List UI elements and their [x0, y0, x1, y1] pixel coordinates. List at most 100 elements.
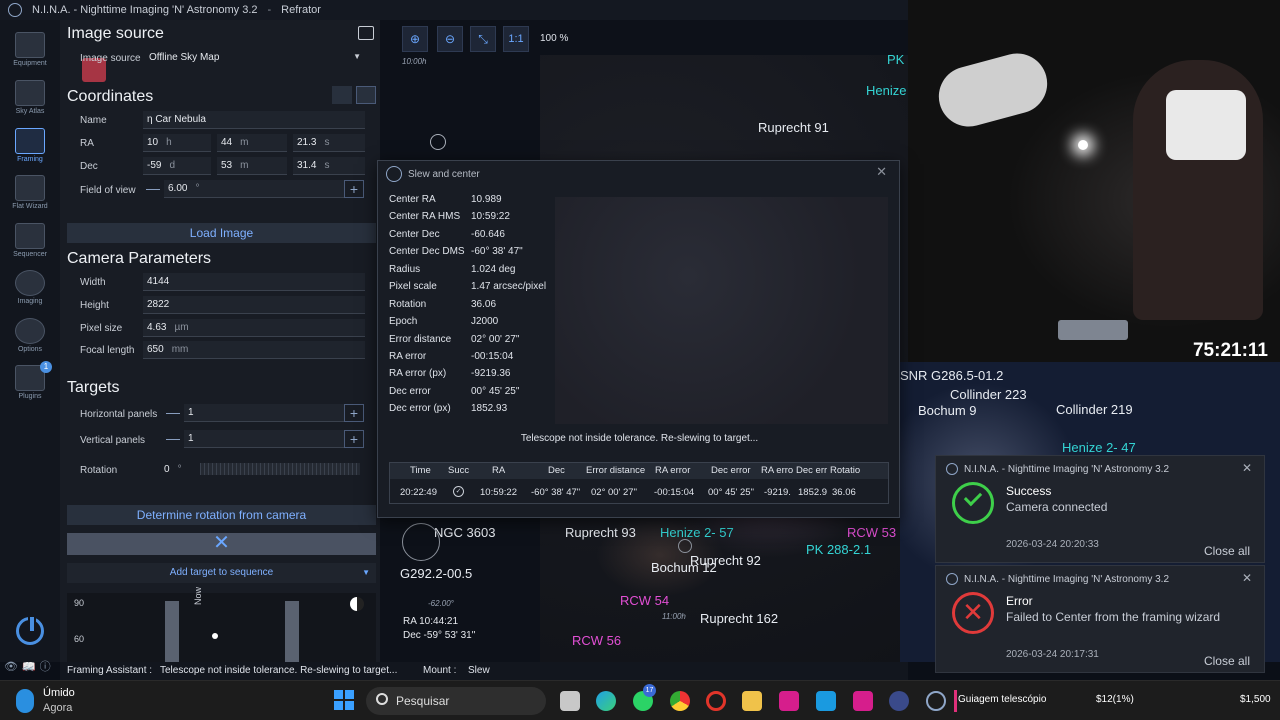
active-window-title[interactable]: Guiagem telescópio: [958, 694, 1046, 705]
edge-icon[interactable]: [596, 691, 616, 711]
zoom-in-icon[interactable]: ⊕: [402, 26, 428, 52]
framing-status-label: Framing Assistant :: [67, 665, 153, 676]
location-pin-icon[interactable]: [356, 86, 376, 104]
sky-label: Henize: [866, 83, 907, 98]
horizontal-panels-increase-button[interactable]: +: [344, 404, 364, 422]
file-explorer-icon[interactable]: [742, 691, 762, 711]
width-input[interactable]: 4144: [143, 273, 365, 291]
power-icon[interactable]: [16, 615, 44, 645]
dec-degrees-input[interactable]: -59 d: [143, 157, 211, 175]
result-label: Radius: [389, 264, 421, 275]
rotation-slider[interactable]: [200, 463, 360, 475]
table-cell: 02° 00' 27": [591, 487, 637, 498]
result-value: -00:15:04: [471, 351, 514, 362]
ra-minutes-input[interactable]: 44 m: [217, 134, 287, 152]
vertical-panels-decrease-button[interactable]: —: [163, 430, 183, 448]
ra-hours-unit: h: [166, 137, 172, 148]
book-icon[interactable]: [358, 26, 374, 40]
rotation-input[interactable]: 0 °: [160, 461, 194, 479]
zoom-out-icon[interactable]: ⊖: [437, 26, 463, 52]
vertical-panels-increase-button[interactable]: +: [344, 430, 364, 448]
result-label: Dec error: [389, 386, 431, 397]
vertical-panels-input[interactable]: 1: [184, 430, 344, 448]
shirt-image: [1166, 90, 1246, 160]
sidebar-item-label: Sky Atlas: [15, 108, 45, 115]
close-icon[interactable]: ✕: [876, 164, 887, 180]
result-value: 1852.93: [471, 403, 508, 414]
result-value: -60.646: [471, 229, 505, 240]
fov-label: Field of view: [80, 185, 136, 196]
stellarium-icon[interactable]: [889, 691, 909, 711]
focal-length-input[interactable]: 650 mm: [143, 341, 365, 359]
nina-logo-icon: [946, 463, 958, 475]
framing-settings-panel: Image source Image source Offline Sky Ma…: [60, 20, 380, 662]
close-icon[interactable]: ✕: [1242, 461, 1252, 475]
determine-rotation-button[interactable]: Determine rotation from camera: [67, 505, 376, 525]
windows-start-icon[interactable]: [334, 690, 354, 710]
sidebar-item-options[interactable]: Options: [0, 318, 60, 353]
app-icon[interactable]: [779, 691, 799, 711]
focal-length-label: Focal length: [80, 345, 135, 356]
whatsapp-icon[interactable]: 17: [633, 684, 656, 711]
fov-unit: °: [195, 183, 200, 194]
table-header: Time Succ RA Dec Error distance RA error…: [390, 463, 888, 479]
horizontal-panels-input[interactable]: 1: [184, 404, 344, 422]
pixel-size-label: Pixel size: [80, 323, 123, 334]
horizontal-panels-label: Horizontal panels: [80, 409, 158, 420]
sidebar-item-plugins[interactable]: Plugins 1: [0, 361, 60, 400]
close-icon[interactable]: ✕: [1242, 571, 1252, 585]
error-toast[interactable]: N.I.N.A. - Nighttime Imaging 'N' Astrono…: [935, 565, 1265, 673]
dec-minutes-input[interactable]: 53 m: [217, 157, 287, 175]
weather-title[interactable]: Úmido: [43, 687, 75, 699]
nina-taskbar-icon[interactable]: [926, 691, 946, 711]
sky-label: RCW 56: [572, 633, 622, 648]
app-icon[interactable]: [816, 691, 836, 711]
sidebar-item-imaging[interactable]: Imaging: [0, 270, 60, 305]
sky-label: Collinder 219: [1056, 402, 1133, 417]
app-icon[interactable]: [853, 691, 873, 711]
table-row[interactable]: 20:22:49 ✓ 10:59:22 -60° 38' 47" 02° 00'…: [390, 481, 888, 503]
collapse-sidebar-button[interactable]: <<: [22, 664, 34, 675]
image-source-select[interactable]: Offline Sky Map ▼: [145, 49, 365, 67]
column-header: Time: [410, 465, 431, 476]
height-input[interactable]: 2822: [143, 296, 365, 314]
sidebar-item-sky-atlas[interactable]: Sky Atlas: [0, 80, 60, 115]
sidebar-item-framing[interactable]: Framing: [0, 128, 60, 163]
opera-icon[interactable]: [706, 691, 726, 711]
add-target-to-sequence-button[interactable]: Add target to sequence ▼: [67, 563, 376, 583]
result-value: 02° 00' 27": [471, 334, 520, 345]
fit-to-screen-icon[interactable]: ⤡: [470, 26, 496, 52]
chrome-icon[interactable]: [670, 691, 690, 711]
close-all-button[interactable]: Close all: [1204, 544, 1250, 558]
column-header: RA error: [655, 465, 691, 476]
altitude-chart: 90 60 Now: [67, 587, 376, 662]
fov-increase-button[interactable]: +: [344, 180, 364, 198]
horizontal-panels-decrease-button[interactable]: —: [163, 404, 183, 422]
pixel-size-input[interactable]: 4.63 µm: [143, 319, 365, 337]
taskbar-search-box[interactable]: Pesquisar: [366, 687, 546, 715]
sidebar-item-equipment[interactable]: Equipment: [0, 32, 60, 67]
coordinate-search-icon[interactable]: [332, 86, 352, 104]
nina-logo-icon: [8, 3, 22, 17]
close-all-button[interactable]: Close all: [1204, 654, 1250, 668]
ra-seconds-input[interactable]: 21.3 s: [293, 134, 365, 152]
result-label: RA error (px): [389, 368, 447, 379]
dec-seconds-input[interactable]: 31.4 s: [293, 157, 365, 175]
name-input[interactable]: η Car Nebula: [143, 111, 365, 129]
sky-atlas-icon: [15, 80, 45, 106]
one-to-one-button[interactable]: 1:1: [503, 26, 529, 52]
clear-target-button[interactable]: ✕: [67, 533, 376, 555]
result-value: 36.06: [471, 299, 497, 310]
ra-hours-input[interactable]: 10 h: [143, 134, 211, 152]
ra-seconds-value: 21.3: [297, 137, 317, 148]
weather-icon[interactable]: [16, 689, 34, 713]
sidebar-item-sequencer[interactable]: Sequencer: [0, 223, 60, 258]
task-view-icon[interactable]: [560, 691, 580, 711]
success-toast[interactable]: N.I.N.A. - Nighttime Imaging 'N' Astrono…: [935, 455, 1265, 563]
light-source-image: [1078, 140, 1088, 150]
fov-input[interactable]: 6.00 °: [164, 180, 344, 198]
sidebar-item-flat-wizard[interactable]: Flat Wizard: [0, 175, 60, 210]
toast-title: Error: [1006, 594, 1033, 608]
load-image-button[interactable]: Load Image: [67, 223, 376, 243]
fov-decrease-button[interactable]: —: [143, 180, 163, 198]
